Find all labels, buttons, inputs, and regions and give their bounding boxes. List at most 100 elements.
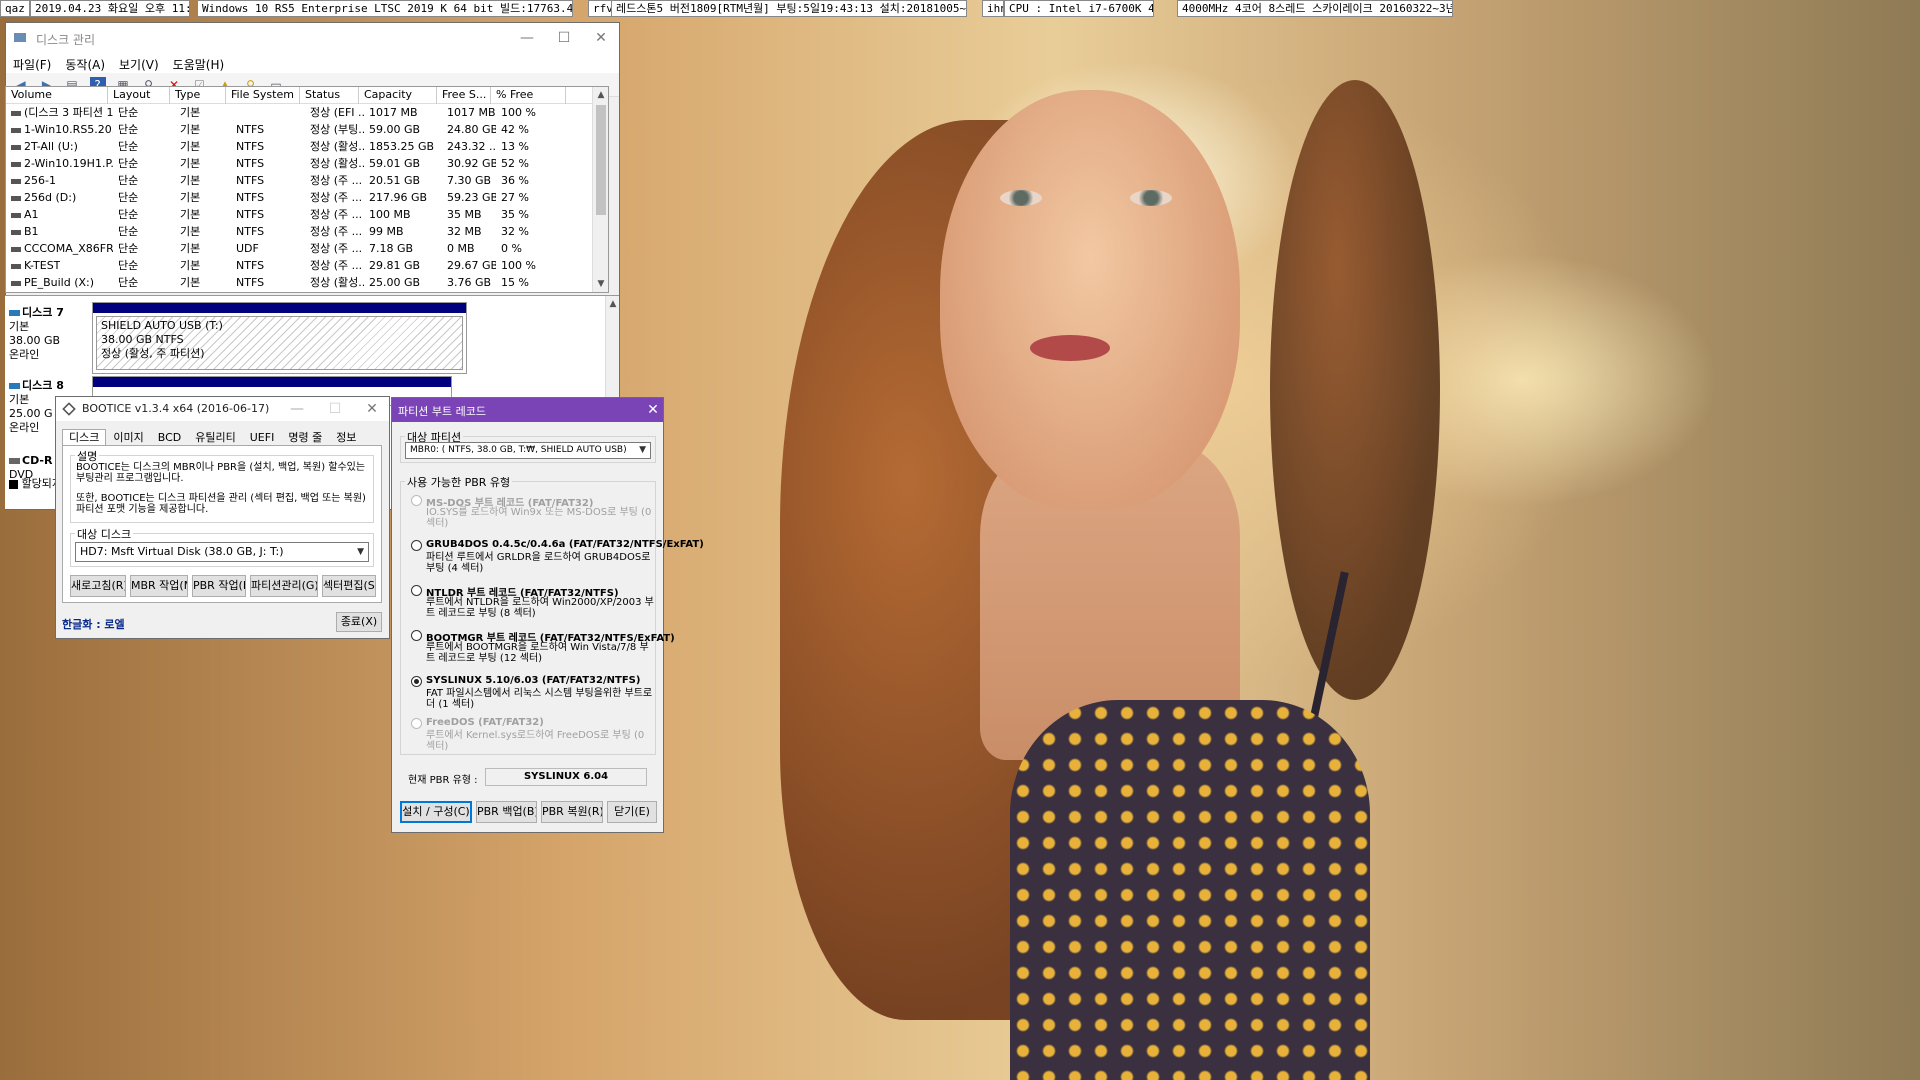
- scroll-down-icon[interactable]: ▼: [593, 276, 608, 292]
- chevron-down-icon: ▼: [639, 445, 646, 455]
- target-partition-select[interactable]: MBR0: ( NTFS, 38.0 GB, T:₩, SHIELD AUTO …: [405, 442, 651, 459]
- pbr-backup-button[interactable]: PBR 백업(B): [476, 801, 537, 823]
- table-row[interactable]: K-TEST 단순 기본 NTFS 정상 (주 ... 29.81 GB 29.67 GB 1…: [6, 257, 608, 274]
- table-cell: UDF: [231, 240, 305, 257]
- disk7-partition[interactable]: SHIELD AUTO USB (T:) 38.00 GB NTFS 정상 (활…: [96, 316, 463, 370]
- table-cell: 정상 (활성...: [305, 274, 364, 291]
- table-row[interactable]: CCCOMA_X86FR... 단순 기본 UDF 정상 (주 ... 7.18 GB 0 …: [6, 240, 608, 257]
- wallpaper-hair-right: [1270, 80, 1440, 700]
- table-row[interactable]: 2T-All (U:) 단순 기본 NTFS 정상 (활성... 1853.25 GB 24…: [6, 138, 608, 155]
- table-cell: NTFS: [231, 223, 305, 240]
- partition-color-bar: [93, 303, 466, 313]
- table-cell: 59.23 GB: [442, 189, 496, 206]
- column-capacity[interactable]: Capacity: [359, 87, 437, 104]
- exit-button[interactable]: 종료(X): [336, 612, 382, 632]
- table-row[interactable]: A1 단순 기본 NTFS 정상 (주 ... 100 MB 35 MB 35 %: [6, 206, 608, 223]
- cell-text: 100 %: [501, 259, 536, 272]
- column-volume[interactable]: Volume: [6, 87, 108, 104]
- close-button[interactable]: ✕: [642, 399, 664, 421]
- cell-text: 정상 (부팅...: [310, 123, 364, 136]
- refresh-button[interactable]: 새로고침(R): [70, 575, 126, 597]
- localization-credit: 한글화 : 로엘: [62, 618, 125, 631]
- column-type[interactable]: Type: [170, 87, 226, 104]
- volume-list[interactable]: Volume Layout Type File System Status Capacit…: [5, 86, 609, 293]
- disk7-partition-area[interactable]: SHIELD AUTO USB (T:) 38.00 GB NTFS 정상 (활…: [92, 302, 467, 374]
- table-row[interactable]: 1-Win10.RS5.20... 단순 기본 NTFS 정상 (부팅... 59.00 …: [6, 121, 608, 138]
- cell-text: 256d (D:): [24, 191, 77, 204]
- cell-text: 기본: [180, 191, 201, 204]
- cell-text: 99 MB: [369, 225, 404, 238]
- column-status[interactable]: Status: [300, 87, 359, 104]
- pbr-restore-button[interactable]: PBR 복원(R): [541, 801, 603, 823]
- volume-icon: [11, 144, 21, 150]
- sector-edit-button[interactable]: 섹터편집(S): [322, 575, 376, 597]
- minimize-button[interactable]: —: [286, 398, 308, 420]
- table-row[interactable]: 256d (D:) 단순 기본 NTFS 정상 (주 ... 217.96 GB 59.23…: [6, 189, 608, 206]
- tab-info[interactable]: 정보: [329, 429, 363, 445]
- radio-button[interactable]: [411, 676, 422, 687]
- close-button[interactable]: ✕: [361, 398, 383, 420]
- column-layout[interactable]: Layout: [108, 87, 170, 104]
- radio-button[interactable]: [411, 585, 422, 596]
- radio-button[interactable]: [411, 540, 422, 551]
- table-cell: 119.47 GB: [364, 291, 442, 292]
- description-text-1: BOOTICE는 디스크의 MBR이나 PBR을 (설치, 백업, 복원) 할수…: [76, 462, 366, 484]
- close-button[interactable]: ✕: [590, 27, 612, 49]
- table-row[interactable]: PE_Build (X:) 단순 기본 NTFS 정상 (활성... 25.00 GB 3.…: [6, 274, 608, 291]
- close-dialog-button[interactable]: 닫기(E): [607, 801, 657, 823]
- wallpaper-dress: [1010, 700, 1370, 1080]
- table-cell: 정상 (주 ...: [305, 291, 364, 292]
- table-cell: 1017 MB: [442, 104, 496, 121]
- table-cell: 52 %: [496, 155, 546, 172]
- table-cell: 30.92 GB: [442, 155, 496, 172]
- install-config-button[interactable]: 설치 / 구성(C): [400, 801, 472, 823]
- column-percent-free[interactable]: % Free: [491, 87, 566, 104]
- disk7-label[interactable]: 디스크 7 기본 38.00 GB 온라인: [9, 306, 91, 362]
- table-cell: 20.51 GB: [364, 172, 442, 189]
- cell-text: 정상 (EFI ...: [310, 106, 364, 119]
- cell-text: 13 %: [501, 140, 529, 153]
- column-free-space[interactable]: Free S...: [437, 87, 491, 104]
- table-row[interactable]: Pro-D (F:) 단순 기본 NTFS 정상 (주 ... 119.47 GB 48.5…: [6, 291, 608, 292]
- mbr-process-button[interactable]: MBR 작업(M): [130, 575, 188, 597]
- tab-utility[interactable]: 유틸리티: [188, 429, 242, 445]
- status-os: Windows 10 RS5 Enterprise LTSC 2019 K 64…: [197, 0, 573, 17]
- tab-image[interactable]: 이미지: [106, 429, 150, 445]
- cell-text: 29.81 GB: [369, 259, 421, 272]
- cell-text: 정상 (주 ...: [310, 225, 363, 238]
- table-cell: 정상 (부팅...: [305, 121, 364, 138]
- table-row[interactable]: 256-1 단순 기본 NTFS 정상 (주 ... 20.51 GB 7.30 GB 36 …: [6, 172, 608, 189]
- tab-uefi[interactable]: UEFI: [243, 429, 282, 445]
- disk-management-icon: [14, 33, 26, 42]
- tab-command-line[interactable]: 명령 줄: [281, 429, 329, 445]
- scroll-up-icon[interactable]: ▲: [606, 296, 619, 312]
- tab-disk[interactable]: 디스크: [62, 429, 107, 445]
- table-cell: 15 %: [496, 274, 546, 291]
- pbr-dialog: 파티션 부트 레코드 ✕ 대상 파티션 MBR0: ( NTFS, 38.0 G…: [391, 397, 704, 833]
- radio-button[interactable]: [411, 630, 422, 641]
- minimize-button[interactable]: —: [516, 27, 538, 49]
- cell-text: 29.67 GB: [447, 259, 496, 272]
- current-pbr-value: SYSLINUX 6.04: [485, 768, 647, 786]
- table-row[interactable]: 2-Win10.19H1.P... 단순 기본 NTFS 정상 (활성... 59.01 …: [6, 155, 608, 172]
- maximize-button[interactable]: ☐: [324, 398, 346, 420]
- table-row[interactable]: B1 단순 기본 NTFS 정상 (주 ... 99 MB 32 MB 32 %: [6, 223, 608, 240]
- cell-text: 단순: [118, 225, 139, 238]
- scrollbar-thumb[interactable]: [596, 105, 606, 215]
- pbr-process-button[interactable]: PBR 작업(P): [192, 575, 246, 597]
- partition-manage-button[interactable]: 파티션관리(G): [250, 575, 318, 597]
- volume-icon: [11, 178, 21, 184]
- table-row[interactable]: (디스크 3 파티션 1) 단순 기본 정상 (EFI ... 1017 MB 1017 …: [6, 104, 608, 121]
- table-cell: 256d (D:): [6, 189, 113, 206]
- disk7-state: 온라인: [9, 348, 40, 361]
- cell-text: K-TEST: [24, 259, 61, 272]
- scroll-up-icon[interactable]: ▲: [593, 87, 608, 103]
- table-cell: 기본: [175, 274, 231, 291]
- maximize-button[interactable]: ☐: [553, 27, 575, 49]
- target-disk-select[interactable]: HD7: Msft Virtual Disk (38.0 GB, J: T:) …: [75, 542, 369, 562]
- wallpaper-face: [940, 90, 1240, 510]
- volume-list-scrollbar[interactable]: ▲ ▼: [592, 87, 608, 292]
- table-cell: 42 %: [496, 121, 546, 138]
- tab-bcd[interactable]: BCD: [151, 429, 189, 445]
- column-filesystem[interactable]: File System: [226, 87, 300, 104]
